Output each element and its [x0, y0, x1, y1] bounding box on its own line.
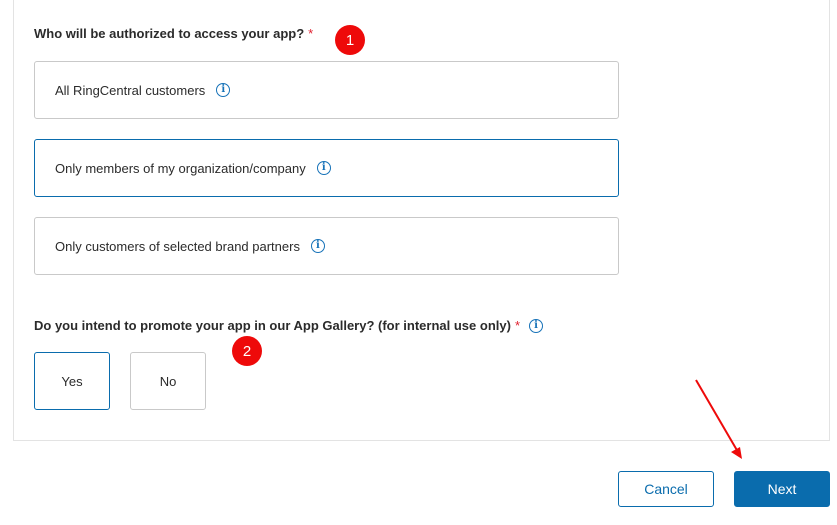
info-icon[interactable]: i — [310, 239, 325, 253]
annotation-badge-2: 2 — [232, 336, 262, 366]
access-question-label: Who will be authorized to access your ap… — [34, 26, 305, 41]
yes-choice[interactable]: Yes — [34, 352, 110, 410]
annotation-badge-1: 1 — [335, 25, 365, 55]
option-organization-members[interactable]: Only members of my organization/company … — [34, 139, 619, 197]
no-choice[interactable]: No — [130, 352, 206, 410]
option-label: Only customers of selected brand partner… — [55, 238, 300, 254]
promote-question-label: Do you intend to promote your app in our… — [34, 318, 511, 333]
access-question: Who will be authorized to access your ap… — [34, 26, 313, 41]
option-brand-partners[interactable]: Only customers of selected brand partner… — [34, 217, 619, 275]
next-button[interactable]: Next — [734, 471, 830, 507]
yes-label: Yes — [61, 373, 83, 389]
required-mark: * — [308, 26, 314, 41]
option-all-customers[interactable]: All RingCentral customers i — [34, 61, 619, 119]
info-icon[interactable]: i — [316, 161, 331, 175]
info-icon[interactable]: i — [529, 318, 543, 333]
promote-question: Do you intend to promote your app in our… — [34, 318, 543, 333]
required-mark: * — [514, 318, 520, 333]
no-label: No — [159, 373, 177, 389]
option-label: All RingCentral customers — [55, 82, 206, 98]
option-label: Only members of my organization/company — [55, 160, 306, 176]
info-icon[interactable]: i — [216, 83, 231, 97]
cancel-button[interactable]: Cancel — [618, 471, 714, 507]
